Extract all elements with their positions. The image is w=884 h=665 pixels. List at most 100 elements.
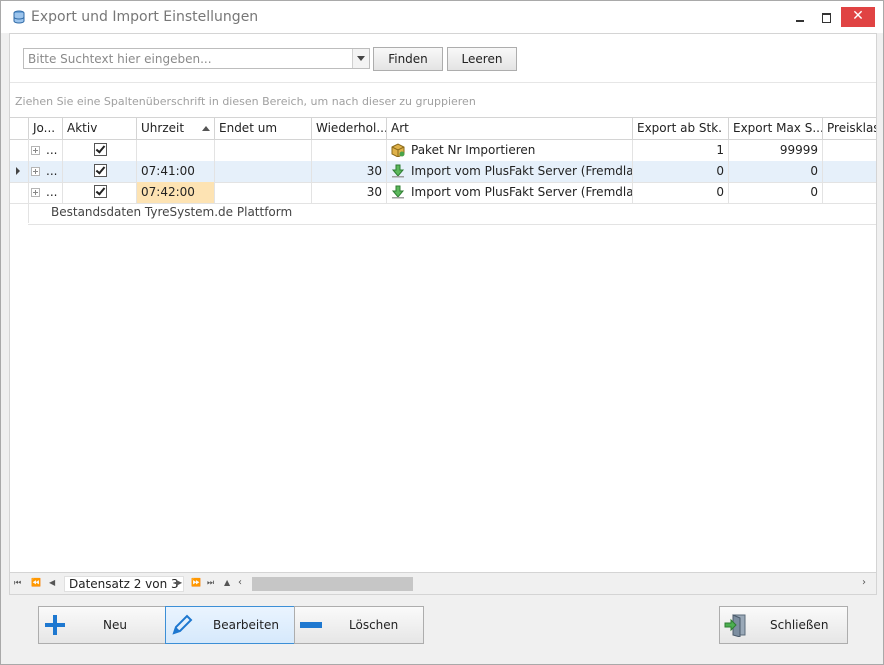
cell-export-ab: 0 [633, 182, 729, 203]
cell-export-max: 0 [729, 182, 823, 203]
cell-export-ab: 0 [633, 161, 729, 182]
scroll-left-icon[interactable]: ‹ [238, 577, 242, 588]
cell-endet-um [215, 161, 312, 182]
close-button-label: Schließen [770, 618, 829, 632]
jobs-grid: Jo... Aktiv Uhrzeit Endet um Wiederhol..… [10, 117, 876, 573]
search-input[interactable] [24, 49, 357, 68]
column-header-uhrzeit-label: Uhrzeit [141, 121, 185, 135]
cell-export-max: 99999 [729, 140, 823, 161]
header-indicator [10, 118, 29, 139]
cell-wiederholung: 30 [312, 182, 387, 203]
cell-job: ... [29, 182, 63, 203]
table-row-selected[interactable]: ... 07:41:00 30 Import vom PlusFakt Serv… [10, 161, 876, 183]
exit-door-icon [724, 614, 746, 637]
search-combobox[interactable] [23, 48, 370, 69]
cell-endet-um [215, 182, 312, 203]
column-header-preisklasse[interactable]: Preisklass [823, 118, 876, 139]
search-dropdown-button[interactable] [352, 49, 369, 68]
grid-navigator: ⏮ ⏪ ◀ Datensatz 2 von 3 ▶ ⏩ ⏭ ▲ ‹ › [10, 572, 876, 594]
grid-header: Jo... Aktiv Uhrzeit Endet um Wiederhol..… [10, 118, 876, 140]
cell-preisklasse [823, 182, 876, 203]
cell-aktiv[interactable] [63, 161, 137, 182]
cell-job: ... [29, 140, 63, 161]
cell-preisklasse [823, 140, 876, 161]
cell-job: ... [29, 161, 63, 182]
column-header-export-ab[interactable]: Export ab Stk. [633, 118, 729, 139]
cell-art: Paket Nr Importieren [387, 140, 633, 161]
delete-button[interactable]: Löschen [294, 606, 424, 644]
sort-ascending-icon [202, 126, 210, 131]
column-header-job[interactable]: Jo... [29, 118, 63, 139]
aktiv-checkbox[interactable] [94, 164, 107, 177]
cell-art: Import vom PlusFakt Server (Fremdla... [387, 161, 633, 182]
maximize-icon [822, 13, 831, 23]
cell-export-ab: 1 [633, 140, 729, 161]
column-header-export-max[interactable]: Export Max S... [729, 118, 823, 139]
download-arrow-icon [391, 185, 405, 199]
close-button[interactable]: Schließen [719, 606, 848, 644]
minimize-button[interactable] [787, 7, 813, 27]
download-arrow-icon [391, 164, 405, 178]
cell-art: Import vom PlusFakt Server (Fremdla... [387, 182, 633, 203]
group-by-panel[interactable]: Ziehen Sie eine Spaltenüberschrift in di… [10, 83, 876, 117]
new-button[interactable]: Neu [38, 606, 166, 644]
detail-divider [28, 224, 876, 225]
detail-text: Bestandsdaten TyreSystem.de Plattform [51, 205, 293, 219]
table-row[interactable]: ... Paket Nr Importieren 1 99999 [10, 140, 876, 162]
art-label: Paket Nr Importieren [411, 143, 536, 157]
aktiv-checkbox[interactable] [94, 185, 107, 198]
column-header-endet-um[interactable]: Endet um [215, 118, 312, 139]
plus-icon [45, 615, 65, 635]
scroll-right-icon[interactable]: › [862, 577, 866, 588]
group-panel-hint: Ziehen Sie eine Spaltenüberschrift in di… [15, 95, 476, 108]
minus-icon [300, 622, 322, 628]
cell-uhrzeit-focused[interactable]: 07:42:00 [137, 182, 215, 203]
minimize-icon [796, 20, 804, 22]
cell-uhrzeit: 07:41:00 [137, 161, 215, 182]
delete-button-label: Löschen [349, 618, 399, 632]
package-icon [391, 143, 405, 157]
pencil-icon [172, 614, 193, 635]
clear-button[interactable]: Leeren [447, 47, 517, 71]
cell-endet-um [215, 140, 312, 161]
art-label: Import vom PlusFakt Server (Fremdla... [411, 185, 633, 199]
new-button-label: Neu [103, 618, 127, 632]
column-header-art[interactable]: Art [387, 118, 633, 139]
title-bar: Export und Import Einstellungen ✕ [1, 1, 883, 33]
content-panel: Finden Leeren Ziehen Sie eine Spaltenübe… [9, 33, 877, 595]
search-bar: Finden Leeren [10, 34, 876, 83]
edit-button-label: Bearbeiten [213, 618, 279, 632]
find-button[interactable]: Finden [373, 47, 443, 71]
close-icon: ✕ [852, 8, 864, 24]
detail-tree-line [28, 139, 29, 223]
next-page-icon[interactable]: ⏩ [191, 578, 201, 587]
first-record-icon[interactable]: ⏮ [14, 578, 21, 588]
column-header-aktiv[interactable]: Aktiv [63, 118, 137, 139]
current-row-indicator-icon [16, 167, 20, 175]
close-window-button[interactable]: ✕ [841, 7, 875, 27]
record-counter: Datensatz 2 von 3 [64, 576, 184, 592]
cell-preisklasse [823, 161, 876, 182]
art-label: Import vom PlusFakt Server (Fremdla... [411, 164, 633, 178]
edit-button[interactable]: Bearbeiten [165, 606, 295, 644]
aktiv-checkbox[interactable] [94, 143, 107, 156]
cell-wiederholung [312, 140, 387, 161]
table-row[interactable]: ... 07:42:00 30 Import vom PlusFakt Serv… [10, 182, 876, 204]
cell-aktiv[interactable] [63, 140, 137, 161]
cell-wiederholung: 30 [312, 161, 387, 182]
cell-aktiv[interactable] [63, 182, 137, 203]
window-title: Export und Import Einstellungen [31, 9, 259, 25]
app-icon [13, 10, 25, 24]
last-record-icon[interactable]: ⏭ [207, 578, 214, 588]
cell-export-max: 0 [729, 161, 823, 182]
horizontal-scrollbar-thumb[interactable] [252, 577, 413, 591]
maximize-button[interactable] [813, 7, 839, 27]
main-window: Export und Import Einstellungen ✕ Finden… [0, 0, 884, 665]
cell-uhrzeit [137, 140, 215, 161]
column-header-wiederholung[interactable]: Wiederhol... [312, 118, 387, 139]
prev-record-icon[interactable]: ◀ [49, 578, 55, 587]
prev-page-icon[interactable]: ⏪ [31, 578, 41, 587]
next-record-icon[interactable]: ▶ [176, 578, 182, 587]
column-header-uhrzeit[interactable]: Uhrzeit [137, 118, 215, 139]
append-record-icon[interactable]: ▲ [224, 578, 230, 587]
